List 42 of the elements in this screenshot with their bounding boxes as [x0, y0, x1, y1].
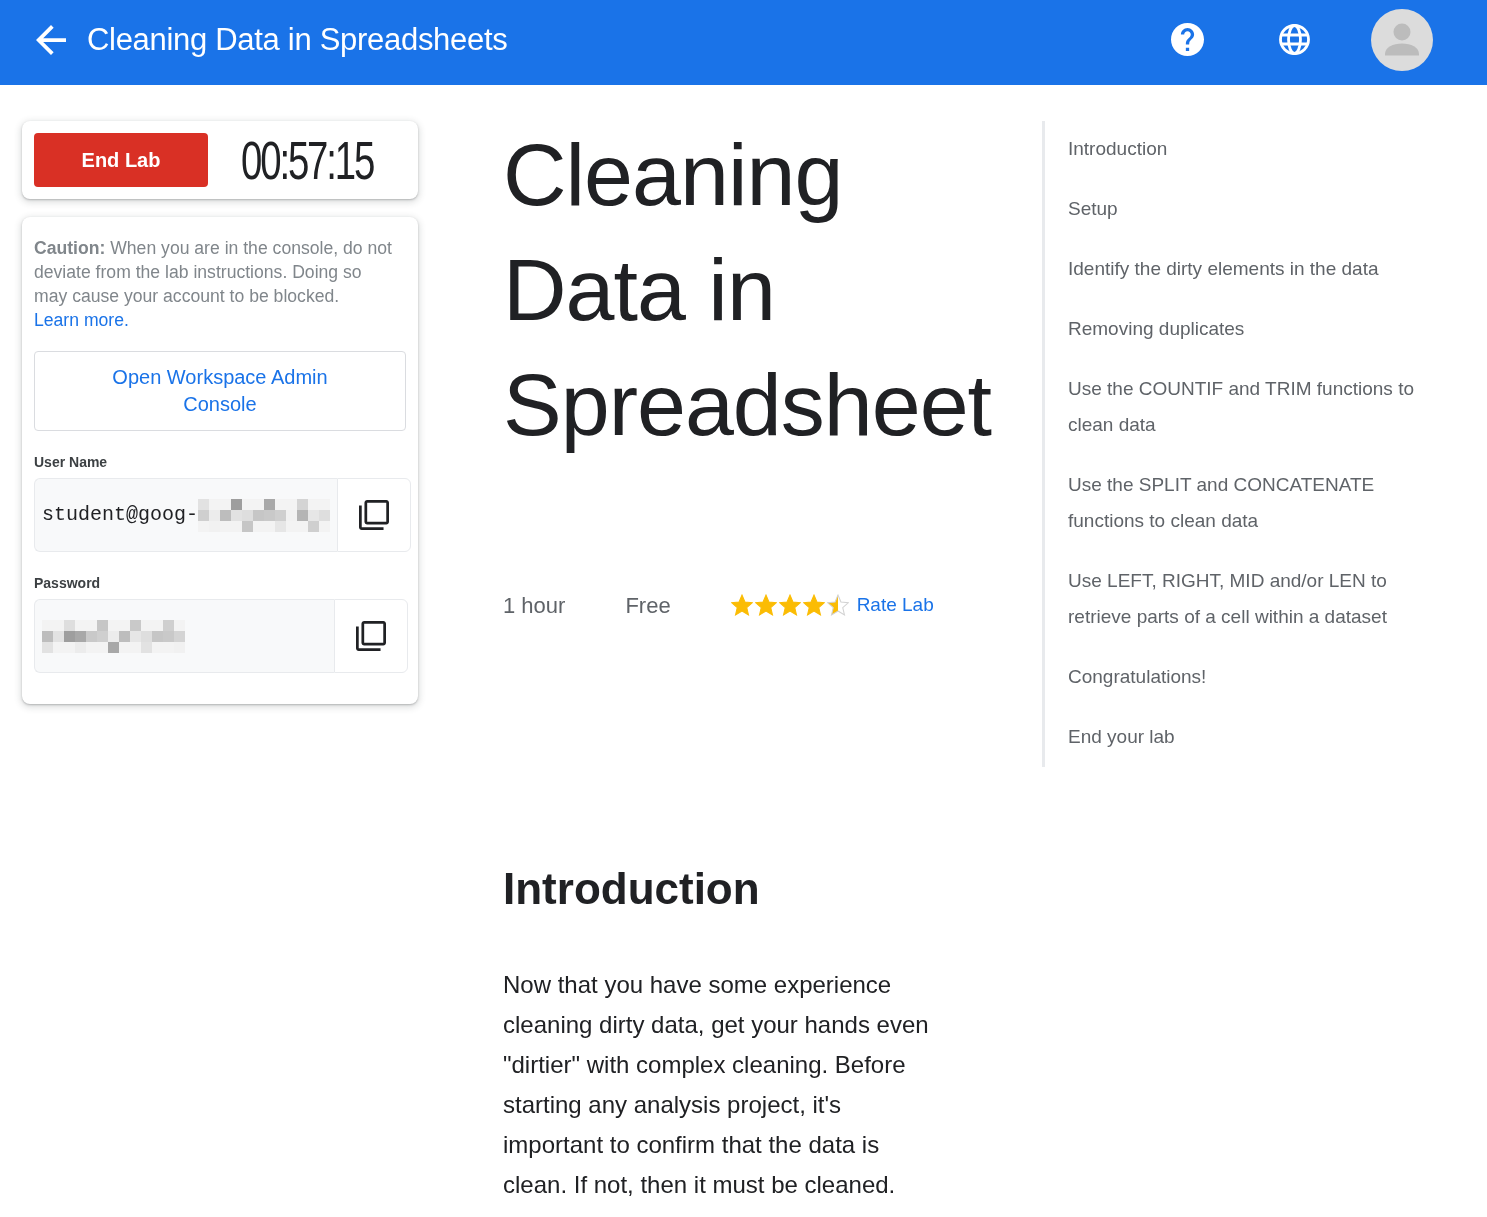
caution-text: Caution: When you are in the console, do not deviate from the lab instructions. Doing so may cause your account to be blocked. Learn more.	[34, 237, 393, 332]
toc-link[interactable]: Use the COUNTIF and TRIM functions to clean data	[1068, 371, 1452, 443]
toc-link[interactable]: Congratulations!	[1068, 659, 1452, 695]
duration-text: 1 hour	[503, 591, 566, 620]
help-button[interactable]	[1171, 23, 1204, 56]
star-icon	[730, 594, 753, 616]
copy-button[interactable]	[334, 599, 408, 673]
avatar-icon	[1371, 8, 1433, 71]
page-title: Cleaning Data in Spreadsheets	[87, 20, 508, 59]
back-button[interactable]	[36, 24, 66, 55]
globe-icon	[1279, 24, 1310, 55]
language-button[interactable]	[1279, 24, 1310, 55]
copy-button[interactable]	[337, 478, 412, 552]
toc-link[interactable]: Use the SPLIT and CONCATENATE functions to clean data	[1068, 467, 1452, 539]
copy-icon	[356, 619, 386, 653]
countdown-timer: 00:57:15	[240, 133, 374, 187]
star-icon	[826, 594, 849, 616]
toc-link[interactable]: Introduction	[1068, 131, 1452, 167]
back-arrow-icon	[36, 24, 66, 55]
open-console-button[interactable]: Open Workspace Admin Console	[34, 351, 406, 431]
star-icon	[778, 594, 801, 616]
credential-field[interactable]	[34, 599, 334, 673]
account-button[interactable]	[1371, 8, 1433, 71]
help-icon	[1171, 23, 1204, 56]
lab-title: Cleaning Data in Spreadsheet	[503, 124, 993, 456]
price-text: Free	[625, 591, 671, 620]
rate-lab-link[interactable]: Rate Lab	[856, 590, 934, 620]
end-lab-button[interactable]: End Lab	[34, 133, 208, 187]
toc-link[interactable]: Removing duplicates	[1068, 311, 1452, 347]
toc-link[interactable]: Use LEFT, RIGHT, MID and/or LEN to retrieve parts of a cell within a dataset	[1068, 563, 1452, 635]
copy-icon	[359, 498, 390, 532]
field-label: User Name	[34, 453, 109, 471]
star-icon	[802, 594, 825, 616]
section-heading: Introduction	[503, 863, 761, 915]
credential-field[interactable]: student@goog-	[34, 478, 338, 552]
toc-link[interactable]: Setup	[1068, 191, 1452, 227]
section-text: Now that you have some experience cleaning dirty data, get your hands even "dirtier" with complex cleaning. Before starting any analysis project, it's important to confirm that the data is clean. If not, then it must be cleaned.	[503, 970, 930, 1200]
toc-link[interactable]: End your lab	[1068, 719, 1452, 755]
field-label: Password	[34, 574, 102, 592]
learn-more-link[interactable]: Learn more.	[34, 310, 129, 330]
toc-link[interactable]: Identify the dirty elements in the data	[1068, 251, 1452, 287]
star-icon	[754, 594, 777, 616]
